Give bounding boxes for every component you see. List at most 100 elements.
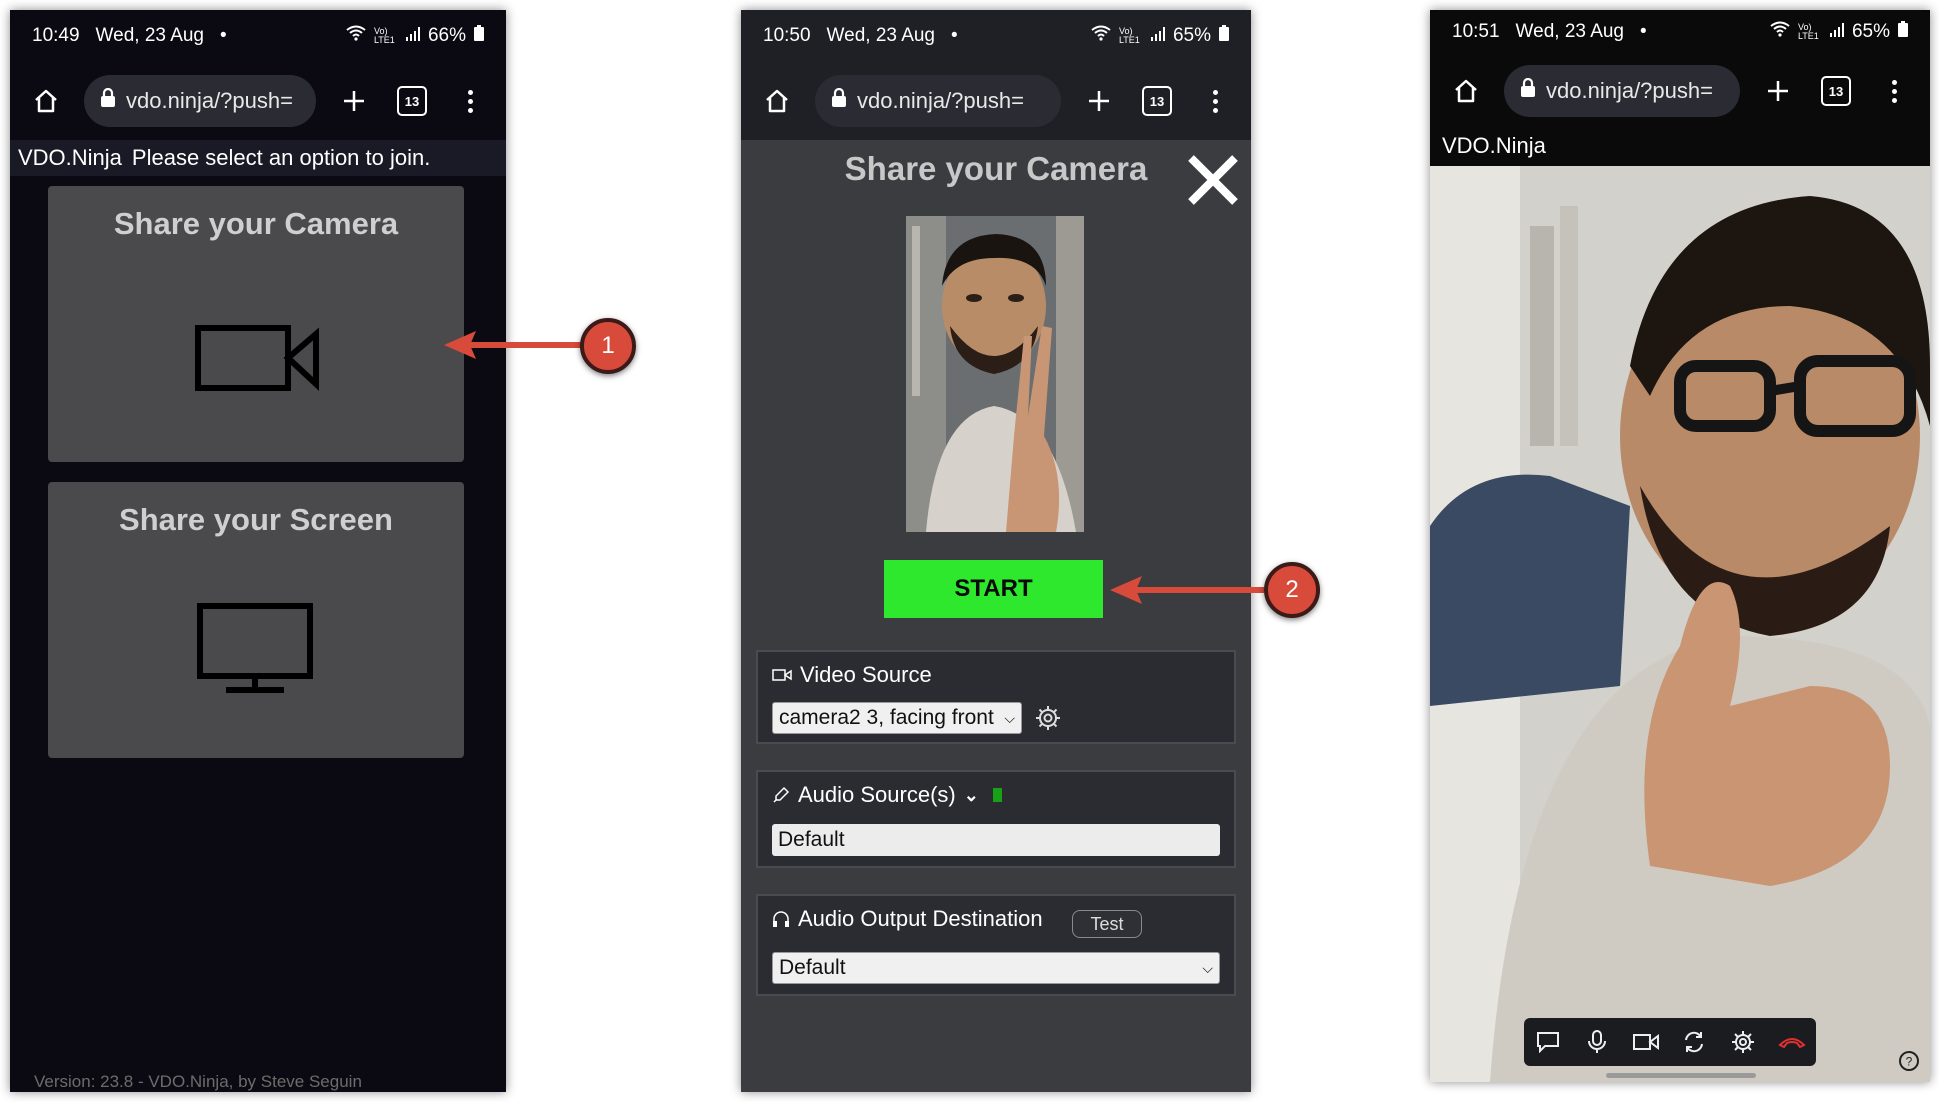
status-dot: •	[951, 25, 958, 46]
status-time: 10:50	[763, 25, 811, 46]
battery-icon	[1219, 25, 1229, 47]
test-audio-button[interactable]: Test	[1072, 910, 1142, 938]
chevron-down-icon: ⌵	[1004, 709, 1015, 726]
menu-dots-icon[interactable]	[1195, 81, 1235, 121]
address-bar[interactable]: vdo.ninja/?push=	[84, 75, 316, 127]
audio-source-value: Default	[778, 828, 845, 851]
annotation-arrow-2	[1110, 576, 1264, 604]
new-tab-icon[interactable]	[334, 81, 374, 121]
page-header: VDO.Ninja	[1430, 128, 1930, 164]
monitor-icon	[197, 603, 313, 693]
audio-source-panel: Audio Source(s) ⌄ Default	[756, 770, 1236, 868]
status-time: 10:49	[32, 25, 80, 46]
version-footer: Version: 23.8 - VDO.Ninja, by Steve Segu…	[34, 1072, 362, 1091]
callout-badge-1: 1	[580, 318, 636, 374]
status-date: Wed, 23 Aug	[95, 25, 204, 46]
gear-icon[interactable]	[1725, 1024, 1761, 1060]
wifi-icon	[1091, 25, 1111, 47]
status-dot: •	[1640, 21, 1647, 42]
tab-count: 13	[1821, 76, 1851, 106]
tab-switcher-button[interactable]: 13	[392, 81, 432, 121]
share-camera-card[interactable]: Share your Camera	[48, 186, 464, 462]
video-camera-icon	[772, 669, 792, 681]
battery-icon	[1898, 21, 1908, 43]
browser-toolbar: vdo.ninja/?push= 13	[741, 62, 1251, 140]
headphones-icon	[773, 911, 789, 927]
start-button[interactable]: START	[884, 560, 1103, 618]
signal-icon	[405, 25, 420, 47]
audio-output-panel: Audio Output Destination Test Default ⌵	[756, 894, 1236, 996]
tab-switcher-button[interactable]: 13	[1816, 71, 1856, 111]
share-camera-title: Share your Camera	[113, 206, 399, 241]
status-date: Wed, 23 Aug	[826, 25, 935, 46]
tab-count: 13	[1142, 86, 1172, 116]
menu-dots-icon[interactable]	[1874, 71, 1914, 111]
camera-icon[interactable]	[1628, 1024, 1664, 1060]
microphone-icon	[773, 786, 790, 803]
gear-icon[interactable]	[1034, 704, 1062, 732]
audio-output-value: Default	[779, 956, 846, 979]
audio-output-label: Audio Output Destination	[798, 906, 1043, 931]
help-icon[interactable]: ?	[1898, 1050, 1920, 1072]
camera-preview	[906, 216, 1084, 532]
video-frame	[1430, 166, 1930, 1082]
status-bar: 10:50 Wed, 23 Aug • Vo) LTE1 65%	[741, 10, 1251, 62]
battery-icon	[474, 25, 484, 47]
call-toolbar	[1524, 1018, 1816, 1066]
battery-level: 66%	[427, 25, 466, 46]
svg-text:?: ?	[1906, 1055, 1913, 1069]
chevron-down-icon: ⌵	[1202, 959, 1213, 976]
share-camera-heading: Share your Camera	[844, 150, 1148, 187]
chat-icon[interactable]	[1530, 1024, 1566, 1060]
lock-icon	[100, 87, 116, 114]
browser-toolbar: vdo.ninja/?push= 13	[1430, 52, 1930, 130]
phone-live-stream: 10:51 Wed, 23 Aug • Vo) LTE1 65% vdo.nin…	[1430, 10, 1930, 1082]
hangup-icon[interactable]	[1774, 1024, 1810, 1060]
video-source-value: camera2 3, facing front	[779, 706, 994, 729]
chevron-down-icon[interactable]: ⌄	[964, 785, 979, 806]
audio-source-select[interactable]: Default	[772, 824, 1220, 856]
audio-output-select[interactable]: Default ⌵	[772, 952, 1220, 984]
new-tab-icon[interactable]	[1079, 81, 1119, 121]
home-icon[interactable]	[757, 81, 797, 121]
menu-dots-icon[interactable]	[450, 81, 490, 121]
tab-switcher-button[interactable]: 13	[1137, 81, 1177, 121]
address-bar[interactable]: vdo.ninja/?push=	[1504, 65, 1740, 117]
status-bar: 10:49 Wed, 23 Aug • Vo) LTE1 66%	[10, 10, 506, 62]
page-header: VDO.Ninja Please select an option to joi…	[10, 140, 506, 176]
browser-toolbar: vdo.ninja/?push= 13	[10, 62, 506, 140]
rotate-icon[interactable]	[1676, 1024, 1712, 1060]
home-icon[interactable]	[26, 81, 66, 121]
share-screen-card[interactable]: Share your Screen	[48, 482, 464, 758]
home-icon[interactable]	[1446, 71, 1486, 111]
lock-icon	[831, 87, 847, 114]
video-camera-icon	[195, 325, 319, 391]
audio-level-indicator	[992, 788, 1002, 802]
signal-label: Vo) LTE1	[1118, 26, 1140, 45]
status-bar: 10:51 Wed, 23 Aug • Vo) LTE1 65%	[1430, 10, 1930, 54]
microphone-icon[interactable]	[1579, 1024, 1615, 1060]
status-date: Wed, 23 Aug	[1515, 21, 1624, 42]
share-screen-title: Share your Screen	[119, 502, 393, 537]
lock-icon	[1520, 77, 1536, 104]
url-text: vdo.ninja/?push=	[1546, 78, 1713, 103]
audio-source-label: Audio Source(s)	[798, 782, 956, 807]
tab-count: 13	[397, 86, 427, 116]
signal-icon	[1150, 25, 1165, 47]
new-tab-icon[interactable]	[1758, 71, 1798, 111]
url-text: vdo.ninja/?push=	[857, 88, 1024, 113]
signal-label: Vo) LTE1	[1797, 22, 1819, 41]
close-icon[interactable]	[1183, 150, 1243, 210]
phone-share-camera-setup: 10:50 Wed, 23 Aug • Vo) LTE1 65% vdo.nin…	[741, 10, 1251, 1092]
status-dot: •	[220, 25, 227, 46]
join-message: Please select an option to join.	[131, 145, 431, 170]
callout-badge-2: 2	[1264, 562, 1320, 618]
video-source-select[interactable]: camera2 3, facing front ⌵	[772, 702, 1022, 734]
annotation-arrow-1	[444, 331, 588, 359]
address-bar[interactable]: vdo.ninja/?push=	[815, 75, 1061, 127]
signal-label: Vo) LTE1	[373, 26, 395, 45]
status-time: 10:51	[1452, 21, 1500, 42]
url-text: vdo.ninja/?push=	[126, 88, 293, 113]
signal-icon	[1829, 21, 1844, 43]
battery-level: 65%	[1851, 21, 1890, 42]
